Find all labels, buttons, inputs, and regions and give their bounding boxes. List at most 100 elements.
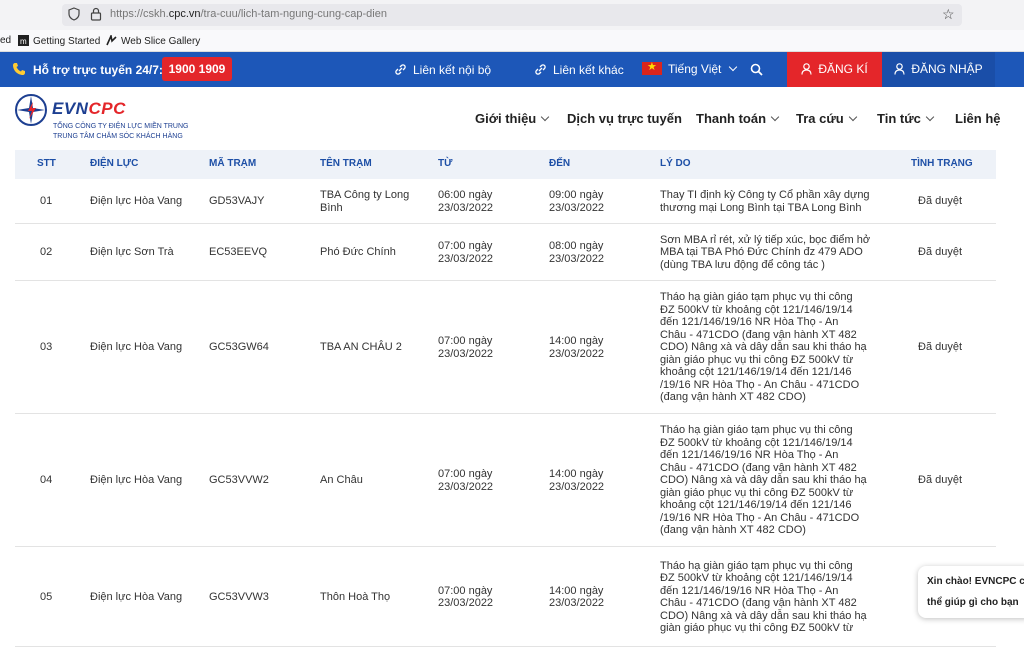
cell-ly-do: Tháo hạ giàn giáo tạm phục vụ thi công ĐZ… [660, 559, 867, 635]
cell-tu: 06:00 ngày 23/03/2022 [438, 189, 494, 214]
cell-ly-do: Thay TI định kỳ Công ty Cổ phần xây dựng… [660, 189, 870, 214]
cell-ly-do: Sơn MBA rỉ rét, xử lý tiếp xúc, bọc điểm… [660, 233, 871, 271]
search-icon[interactable] [750, 63, 763, 76]
vietnam-flag-icon [642, 60, 662, 75]
cell-tu: 07:00 ngày 23/03/2022 [438, 335, 494, 360]
cell-ten-tram: Thôn Hoà Thọ [320, 590, 391, 603]
chevron-down-icon [848, 112, 857, 122]
cell-tu: 07:00 ngày 23/03/2022 [438, 468, 494, 493]
cell-ma-tram: EC53EEVQ [209, 246, 268, 259]
cell-dien-luc: Điện lực Hòa Vang [90, 341, 183, 354]
cell-tinh-trang: Đã duyệt [918, 474, 963, 487]
chevron-down-icon [729, 62, 738, 72]
table-row: 03 Điện lực Hòa Vang GC53GW64 TBA AN CHÂU 2… [15, 281, 996, 414]
cell-ma-tram: GC53VVW2 [209, 474, 269, 487]
nav-lien-he[interactable]: Liên hệ [955, 111, 1001, 126]
chat-greeting-bubble[interactable]: Xin chào! EVNCPC có thể giúp gì cho bạn [918, 566, 1024, 618]
nav-tra-cuu[interactable]: Tra cứu [796, 111, 857, 126]
web-slice-icon [106, 35, 117, 46]
bookmarks-bar: ed m Getting Started Web Slice Gallery [0, 30, 1024, 52]
browser-url-bar: https://cskh.cpc.vn/tra-cuu/lich-tam-ngu… [0, 0, 1024, 30]
cell-den: 14:00 ngày 23/03/2022 [549, 335, 605, 360]
hotline-number[interactable]: 1900 1909 [162, 57, 232, 81]
cell-stt: 04 [40, 474, 53, 487]
cell-den: 14:00 ngày 23/03/2022 [549, 468, 605, 493]
cell-dien-luc: Điện lực Hòa Vang [90, 590, 183, 603]
bookmark-star-icon[interactable]: ☆ [942, 6, 955, 23]
evn-logo-icon[interactable] [14, 93, 48, 127]
user-icon [801, 63, 812, 75]
url-path: /tra-cuu/lich-tam-ngung-cung-cap-dien [200, 8, 387, 20]
logo-subtitle-center: TRUNG TÂM CHĂM SÓC KHÁCH HÀNG [53, 133, 183, 140]
other-links[interactable]: Liên kết khác [534, 63, 624, 77]
cell-ma-tram: GC53GW64 [209, 341, 269, 354]
link-icon [535, 64, 546, 75]
header-tinh-trang: TÌNH TRẠNG [911, 158, 973, 169]
chevron-down-icon [925, 112, 935, 122]
chevron-down-icon [541, 112, 550, 122]
register-button[interactable]: ĐĂNG KÍ [787, 52, 882, 87]
nav-dich-vu-truc-tuyen[interactable]: Dịch vụ trực tuyến [567, 111, 682, 126]
cell-dien-luc: Điện lực Hòa Vang [90, 195, 183, 208]
chat-line-2: thể giúp gì cho bạn [927, 597, 1019, 608]
bookmark-item[interactable]: ed [0, 35, 11, 46]
header-ma-tram: MÃ TRẠM [209, 158, 257, 169]
table-header: STT ĐIỆN LỰC MÃ TRẠM TÊN TRẠM TỪ ĐẾN LÝ … [15, 150, 996, 179]
shield-icon[interactable] [68, 7, 80, 21]
url-text[interactable]: https://cskh.cpc.vn/tra-cuu/lich-tam-ngu… [110, 8, 387, 20]
bookmark-getting-started[interactable]: m Getting Started [18, 35, 100, 47]
lock-icon[interactable] [90, 7, 102, 21]
chevron-down-icon [770, 112, 780, 122]
cell-stt: 01 [40, 195, 53, 208]
cell-den: 14:00 ngày 23/03/2022 [549, 584, 605, 610]
internal-links[interactable]: Liên kết nội bộ [394, 63, 491, 77]
top-bar: Hỗ trợ trực tuyến 24/7: 1900 1909 Liên k… [0, 52, 1024, 87]
cell-ly-do: Tháo hạ giàn giáo tạm phục vụ thi công ĐZ… [660, 424, 867, 537]
header-ten-tram: TÊN TRẠM [320, 158, 372, 169]
header-stt: STT [37, 158, 56, 169]
page-icon: m [18, 35, 29, 46]
table-row: 05 Điện lực Hòa Vang GC53VVW3 Thôn Hoà Thọ 0… [15, 547, 996, 647]
cell-ma-tram: GD53VAJY [209, 195, 265, 208]
cell-ly-do: Tháo hạ giàn giáo tạm phục vụ thi công ĐZ… [660, 291, 867, 404]
hotline-label: Hỗ trợ trực tuyến 24/7: [33, 63, 163, 77]
cell-ten-tram: TBA AN CHÂU 2 [320, 341, 402, 354]
cell-dien-luc: Điện lực Hòa Vang [90, 474, 183, 487]
cell-den: 08:00 ngày 23/03/2022 [549, 240, 605, 265]
main-nav: EVNCPC TỔNG CÔNG TY ĐIỆN LỰC MIỀN TRUNG … [0, 87, 1024, 150]
cell-ten-tram: TBA Công ty Long Bình [320, 189, 410, 214]
nav-gioi-thieu[interactable]: Giới thiệu [475, 111, 550, 126]
table-row: 02 Điện lực Sơn Trà EC53EEVQ Phó Đức Chính 0… [15, 224, 996, 281]
logo-text[interactable]: EVNCPC [52, 99, 126, 119]
user-icon [894, 63, 905, 75]
header-ly-do: LÝ DO [660, 158, 691, 169]
header-den: ĐẾN [549, 158, 571, 169]
logo-subtitle-company: TỔNG CÔNG TY ĐIỆN LỰC MIỀN TRUNG [53, 123, 189, 130]
cell-tinh-trang: Đã duyệt [918, 195, 963, 208]
login-button[interactable]: ĐĂNG NHẬP [882, 52, 995, 87]
chat-line-1: Xin chào! EVNCPC có [927, 576, 1024, 587]
nav-tin-tuc[interactable]: Tin tức [877, 111, 935, 126]
url-domain: cpc.vn [168, 8, 201, 20]
header-tu: TỪ [438, 158, 453, 169]
cell-stt: 03 [40, 341, 53, 354]
cell-tinh-trang: Đã duyệt [918, 246, 963, 259]
cell-stt: 05 [40, 590, 53, 603]
header-dien-luc: ĐIỆN LỰC [90, 158, 139, 169]
table-row: 01 Điện lực Hòa Vang GD53VAJY TBA Công ty L… [15, 179, 996, 224]
cell-den: 09:00 ngày 23/03/2022 [549, 189, 605, 214]
cell-tinh-trang: Đã duyệt [918, 341, 963, 354]
nav-thanh-toan[interactable]: Thanh toán [696, 111, 780, 126]
cell-ten-tram: An Châu [320, 474, 363, 487]
link-icon [395, 64, 406, 75]
cell-ma-tram: GC53VVW3 [209, 590, 269, 603]
table-row: 04 Điện lực Hòa Vang GC53VVW2 An Châu 07:00 … [15, 414, 996, 547]
cell-tu: 07:00 ngày 23/03/2022 [438, 584, 494, 610]
url-prefix: https://cskh. [110, 8, 169, 20]
language-selector[interactable]: Tiếng Việt [642, 60, 738, 76]
bookmark-web-slice-gallery[interactable]: Web Slice Gallery [106, 35, 200, 47]
cell-stt: 02 [40, 246, 53, 259]
cell-dien-luc: Điện lực Sơn Trà [90, 246, 174, 259]
cell-tu: 07:00 ngày 23/03/2022 [438, 240, 494, 265]
cell-ten-tram: Phó Đức Chính [320, 246, 396, 259]
